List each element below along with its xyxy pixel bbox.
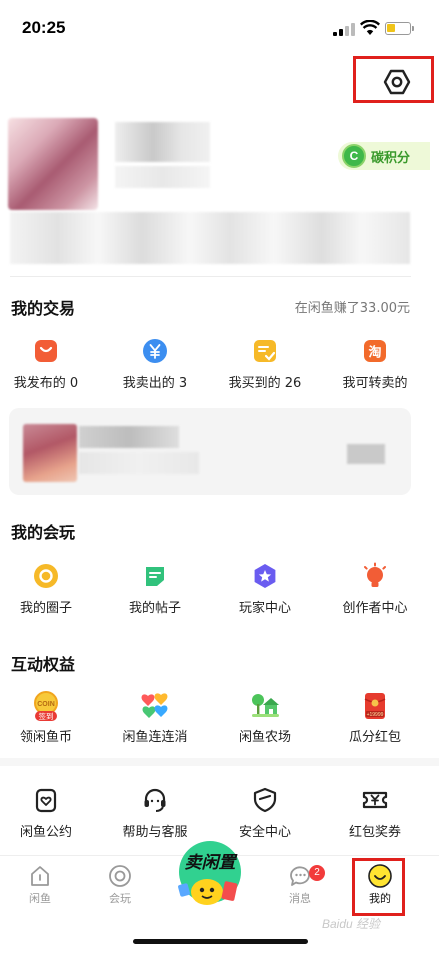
farm-icon bbox=[252, 694, 279, 717]
battery-cap bbox=[412, 26, 414, 31]
battery-level bbox=[387, 24, 395, 32]
service-vouchers-label: 红包奖券 bbox=[348, 825, 401, 840]
sell-idle-button[interactable]: 卖闲置 bbox=[173, 840, 248, 912]
rights-farm[interactable]: 闲鱼农场 bbox=[213, 690, 317, 745]
rights-match-game-label: 闲鱼连连消 bbox=[122, 730, 188, 745]
home-icon bbox=[31, 866, 49, 886]
home-indicator bbox=[133, 939, 308, 944]
user-info-mosaic bbox=[115, 166, 210, 188]
service-convention-label: 闲鱼公约 bbox=[19, 825, 72, 840]
star-icon bbox=[254, 564, 276, 588]
trade-bought-label: 我买到的 26 bbox=[228, 376, 302, 391]
trade-section-title: 我的交易 bbox=[11, 299, 76, 318]
watermark: Baidu 经验 bbox=[322, 917, 381, 931]
status-bar: 20:25 bbox=[0, 0, 439, 58]
service-convention[interactable]: 闲鱼公约 bbox=[0, 786, 98, 840]
carbon-points-button[interactable]: C 碳积分 bbox=[338, 142, 430, 170]
stats-mosaic bbox=[10, 212, 410, 264]
username-mosaic bbox=[115, 122, 210, 162]
trade-published-label: 我发布的 0 bbox=[13, 376, 79, 391]
order-subtext-mosaic bbox=[79, 452, 199, 474]
carbon-points-label: 碳积分 bbox=[371, 151, 411, 166]
hearts-icon bbox=[141, 693, 168, 718]
service-help-label: 帮助与客服 bbox=[122, 825, 188, 840]
message-icon bbox=[290, 866, 310, 886]
trade-sold-label: 我卖出的 3 bbox=[122, 376, 188, 391]
rights-section-title: 互动权益 bbox=[11, 655, 76, 674]
trade-sold[interactable]: 我卖出的 3 bbox=[103, 337, 207, 391]
headset-icon bbox=[144, 788, 166, 812]
coin-checkin-icon: COIN 签到 bbox=[34, 691, 58, 721]
service-security-label: 安全中心 bbox=[238, 825, 291, 840]
tab-play[interactable]: 会玩 bbox=[90, 864, 150, 906]
service-security[interactable]: 安全中心 bbox=[213, 786, 317, 840]
tab-home[interactable]: 闲鱼 bbox=[10, 864, 70, 906]
section-separator bbox=[0, 758, 439, 766]
play-posts[interactable]: 我的帖子 bbox=[103, 562, 207, 616]
yen-icon bbox=[143, 339, 167, 363]
status-time: 20:25 bbox=[22, 18, 66, 37]
play-section-title: 我的会玩 bbox=[11, 523, 76, 542]
bulb-icon bbox=[364, 562, 386, 587]
order-text-mosaic bbox=[79, 426, 179, 448]
ticket-icon bbox=[362, 791, 388, 809]
signal-icon bbox=[333, 22, 355, 36]
rights-farm-label: 闲鱼农场 bbox=[238, 730, 291, 745]
play-player-center[interactable]: 玩家中心 bbox=[213, 562, 317, 616]
rights-red-packet[interactable]: +19999 瓜分红包 bbox=[323, 690, 427, 745]
tab-home-label: 闲鱼 bbox=[29, 892, 51, 905]
trade-resellable[interactable]: 淘 我可转卖的 bbox=[323, 337, 427, 391]
trade-resellable-label: 我可转卖的 bbox=[342, 376, 408, 391]
play-circles-label: 我的圈子 bbox=[19, 601, 72, 616]
order-status-mosaic bbox=[347, 444, 385, 464]
play-player-center-label: 玩家中心 bbox=[238, 601, 291, 616]
trade-published[interactable]: 我发布的 0 bbox=[0, 337, 98, 391]
recent-order-card[interactable] bbox=[9, 408, 411, 495]
circle-icon bbox=[34, 564, 58, 588]
tab-play-label: 会玩 bbox=[109, 892, 131, 905]
trade-bought[interactable]: 我买到的 26 bbox=[213, 337, 317, 391]
play-creator-center[interactable]: 创作者中心 bbox=[323, 562, 427, 616]
wifi-icon bbox=[360, 20, 380, 35]
circle-icon bbox=[109, 865, 131, 887]
post-icon bbox=[146, 567, 164, 586]
avatar[interactable] bbox=[8, 118, 98, 210]
red-packet-icon: +19999 bbox=[364, 693, 386, 719]
message-count-badge: 2 bbox=[309, 865, 325, 881]
rights-red-packet-label: 瓜分红包 bbox=[348, 730, 401, 745]
shield-heart-icon bbox=[35, 788, 57, 813]
play-circles[interactable]: 我的圈子 bbox=[0, 562, 98, 616]
carbon-c-icon: C bbox=[342, 144, 366, 168]
check-list-icon bbox=[254, 340, 276, 362]
settings-icon[interactable] bbox=[383, 68, 411, 96]
red-packet-badge-text: +19999 bbox=[367, 712, 384, 718]
rights-match-game[interactable]: 闲鱼连连消 bbox=[103, 690, 207, 745]
divider bbox=[10, 276, 411, 277]
order-image-mosaic bbox=[23, 424, 77, 482]
service-vouchers[interactable]: 红包奖券 bbox=[323, 786, 427, 840]
taobao-icon: 淘 bbox=[364, 340, 386, 362]
play-creator-center-label: 创作者中心 bbox=[342, 601, 408, 616]
earn-summary-link[interactable]: 在闲鱼赚了33.00元 bbox=[295, 297, 410, 316]
shield-icon bbox=[253, 787, 277, 813]
sell-idle-label: 卖闲置 bbox=[185, 853, 239, 873]
play-posts-label: 我的帖子 bbox=[128, 601, 181, 616]
checkin-badge-text: 签到 bbox=[39, 711, 54, 721]
rights-coins[interactable]: COIN 签到 领闲鱼币 bbox=[0, 690, 98, 745]
svg-text:淘: 淘 bbox=[368, 345, 381, 361]
bag-icon bbox=[35, 340, 57, 362]
service-help[interactable]: 帮助与客服 bbox=[103, 786, 207, 840]
tab-messages-label: 消息 bbox=[289, 892, 311, 905]
mine-highlight-frame bbox=[352, 858, 405, 916]
rights-coins-label: 领闲鱼币 bbox=[19, 730, 72, 745]
svg-text:COIN: COIN bbox=[37, 701, 55, 708]
battery-icon bbox=[385, 22, 411, 35]
